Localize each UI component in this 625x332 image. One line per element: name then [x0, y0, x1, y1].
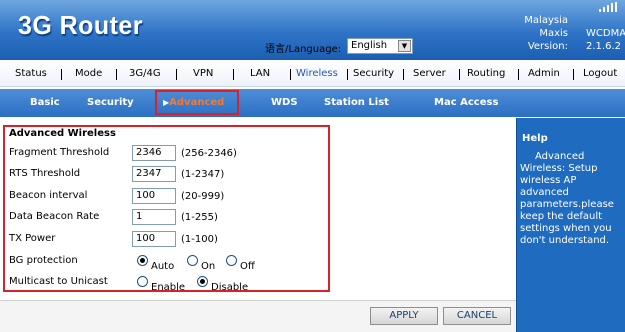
data-beacon-rate-hint: (1-255): [181, 212, 218, 223]
country-text: Malaysia: [524, 15, 568, 26]
menu-wireless[interactable]: Wireless: [296, 68, 338, 79]
rts-threshold-hint: (1-2347): [181, 169, 225, 180]
menu-vpn[interactable]: VPN: [193, 68, 213, 79]
main-menu: Status Mode 3G/4G VPN LAN Wireless Secur…: [0, 60, 625, 87]
bg-on-label: On: [201, 261, 216, 272]
menu-admin[interactable]: Admin: [528, 68, 560, 79]
cancel-button[interactable]: CANCEL: [443, 307, 511, 325]
beacon-interval-label: Beacon interval: [9, 190, 88, 201]
multicast-disable-label: Disable: [211, 282, 249, 293]
operator-text: Maxis: [539, 28, 568, 39]
fragment-threshold-hint: (256-2346): [181, 148, 237, 159]
radio-unchecked-icon: [137, 276, 148, 287]
tab-mac-access[interactable]: Mac Access: [434, 97, 498, 108]
beacon-interval-input[interactable]: 100: [132, 188, 176, 204]
rts-threshold-label: RTS Threshold: [9, 168, 81, 179]
bg-protection-label: BG protection: [9, 255, 78, 266]
tab-security[interactable]: Security: [87, 97, 134, 108]
version-value: 2.1.6.2: [586, 41, 621, 52]
router-logo: 3G Router: [18, 10, 143, 40]
beacon-interval-hint: (20-999): [181, 191, 225, 202]
tab-station-list[interactable]: Station List: [324, 97, 389, 108]
tx-power-input[interactable]: 100: [132, 231, 176, 247]
radio-checked-icon: [197, 276, 208, 287]
help-panel: Help Advanced Wireless: Setup wireless A…: [516, 118, 625, 332]
help-title: Help: [522, 133, 548, 144]
button-bar: [0, 300, 516, 332]
network-text: WCDMA: [586, 28, 625, 39]
apply-button[interactable]: APPLY: [370, 307, 438, 325]
status-info-labels: Malaysia Maxis Version:: [520, 14, 568, 53]
tab-wds[interactable]: WDS: [271, 97, 298, 108]
header-banner: 3G Router 语言/Language: English ▼ Malaysi…: [0, 0, 625, 60]
menu-lan[interactable]: LAN: [250, 68, 270, 79]
tab-basic[interactable]: Basic: [30, 97, 60, 108]
section-title: Advanced Wireless: [9, 128, 116, 139]
menu-3g4g[interactable]: 3G/4G: [129, 68, 161, 79]
radio-checked-icon: [137, 255, 148, 266]
radio-unchecked-icon: [187, 255, 198, 266]
tx-power-hint: (1-100): [181, 234, 218, 245]
data-beacon-rate-label: Data Beacon Rate: [9, 211, 100, 222]
menu-routing[interactable]: Routing: [467, 68, 505, 79]
data-beacon-rate-input[interactable]: 1: [132, 209, 176, 225]
language-select[interactable]: English ▼: [347, 38, 413, 54]
radio-unchecked-icon: [226, 255, 237, 266]
help-text: Advanced Wireless: Setup wireless AP adv…: [520, 151, 614, 246]
bg-off-label: Off: [240, 261, 255, 272]
multicast-disable[interactable]: Disable: [197, 276, 248, 293]
status-info-values: WCDMA 2.1.6.2: [586, 14, 625, 53]
rts-threshold-input[interactable]: 2347: [132, 166, 176, 182]
sub-menu: Basic Security ▶Advanced WDS Station Lis…: [0, 89, 625, 117]
menu-logout[interactable]: Logout: [583, 68, 617, 79]
menu-mode[interactable]: Mode: [75, 68, 102, 79]
multicast-enable[interactable]: Enable: [137, 276, 185, 293]
fragment-threshold-input[interactable]: 2346: [132, 145, 176, 161]
fragment-threshold-label: Fragment Threshold: [9, 147, 110, 158]
bg-protection-off[interactable]: Off: [226, 255, 255, 272]
language-select-value: English: [351, 40, 388, 51]
language-label: 语言/Language:: [265, 44, 342, 55]
tx-power-label: TX Power: [9, 233, 56, 244]
bg-auto-label: Auto: [151, 261, 175, 272]
signal-strength-icon: [599, 2, 621, 12]
bg-protection-on[interactable]: On: [187, 255, 215, 272]
version-label: Version:: [527, 41, 568, 52]
chevron-down-icon[interactable]: ▼: [398, 40, 411, 52]
multicast-enable-label: Enable: [151, 282, 186, 293]
multicast-label: Multicast to Unicast: [9, 276, 108, 287]
menu-status[interactable]: Status: [15, 68, 47, 79]
menu-security[interactable]: Security: [353, 68, 394, 79]
active-tab-highlight: [155, 90, 239, 115]
menu-server[interactable]: Server: [413, 68, 446, 79]
bg-protection-auto[interactable]: Auto: [137, 255, 174, 272]
